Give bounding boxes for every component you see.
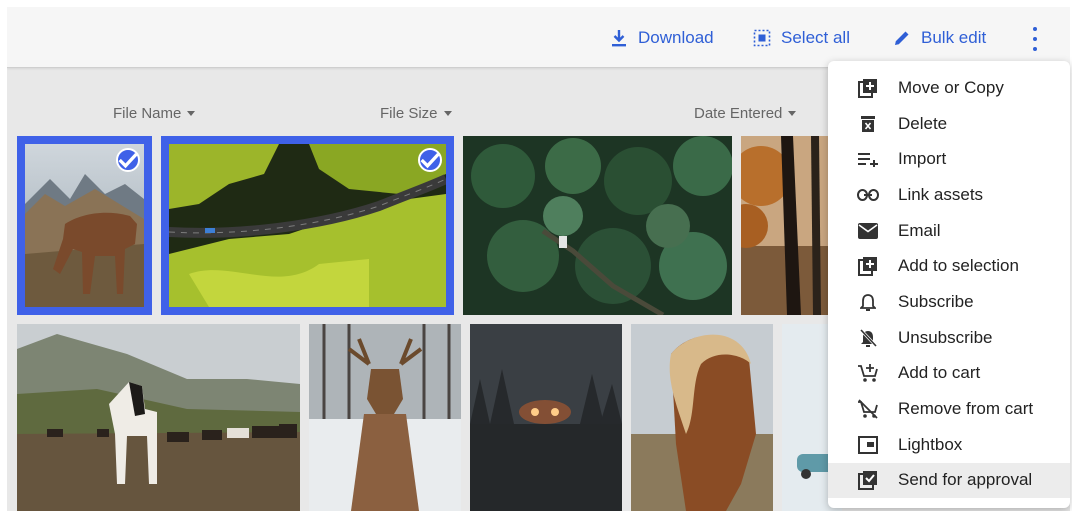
- menu-item-delete[interactable]: Delete: [828, 106, 1070, 142]
- link-icon: [856, 183, 880, 207]
- more-options-menu: Move or Copy Delete Import Link assets E…: [828, 61, 1070, 508]
- menu-item-label: Move or Copy: [898, 77, 1004, 97]
- asset-thumbnail[interactable]: [17, 136, 152, 315]
- menu-item-move-or-copy[interactable]: Move or Copy: [828, 70, 1070, 106]
- approval-check-icon: [856, 468, 880, 492]
- menu-item-unsubscribe[interactable]: Unsubscribe: [828, 320, 1070, 356]
- menu-item-add-to-cart[interactable]: Add to cart: [828, 356, 1070, 392]
- lightbox-icon: [856, 433, 880, 457]
- menu-item-subscribe[interactable]: Subscribe: [828, 284, 1070, 320]
- sort-file-size-label: File Size: [380, 105, 438, 122]
- chevron-down-icon: [788, 111, 797, 116]
- pencil-icon: [893, 29, 911, 47]
- asset-thumbnail[interactable]: [741, 136, 841, 315]
- download-icon: [610, 29, 628, 47]
- cart-remove-icon: [856, 397, 880, 421]
- asset-thumbnail[interactable]: [631, 324, 773, 511]
- sort-file-name-label: File Name: [113, 105, 182, 122]
- menu-item-label: Import: [898, 149, 947, 169]
- menu-item-remove-from-cart[interactable]: Remove from cart: [828, 391, 1070, 427]
- select-all-button[interactable]: Select all: [753, 24, 850, 52]
- cart-add-icon: [856, 361, 880, 385]
- move-copy-icon: [856, 76, 880, 100]
- menu-item-lightbox[interactable]: Lightbox: [828, 427, 1070, 463]
- bulk-edit-label: Bulk edit: [921, 28, 987, 47]
- asset-thumbnail[interactable]: [309, 324, 461, 511]
- chevron-down-icon: [187, 111, 196, 116]
- menu-item-label: Lightbox: [898, 434, 963, 454]
- top-toolbar: Download Select all Bulk edit: [7, 7, 1070, 68]
- select-all-icon: [753, 29, 771, 47]
- foggy-road-image: [470, 324, 622, 511]
- bell-icon: [856, 290, 880, 314]
- trash-icon: [856, 112, 880, 136]
- autumn-tree-image: [741, 136, 841, 315]
- asset-thumbnail[interactable]: [17, 324, 300, 511]
- asset-thumbnail[interactable]: [161, 136, 454, 315]
- blond-horse-image: [631, 324, 773, 511]
- add-box-icon: [856, 254, 880, 278]
- menu-item-label: Delete: [898, 113, 948, 133]
- menu-item-label: Email: [898, 220, 941, 240]
- download-button[interactable]: Download: [610, 24, 714, 52]
- download-label: Download: [638, 28, 714, 47]
- sort-date-entered[interactable]: Date Entered: [694, 105, 797, 122]
- menu-item-label: Unsubscribe: [898, 327, 993, 347]
- menu-item-label: Link assets: [898, 184, 984, 204]
- selected-check-icon[interactable]: [116, 148, 140, 172]
- menu-item-label: Send for approval: [898, 470, 1033, 490]
- menu-item-link-assets[interactable]: Link assets: [828, 177, 1070, 213]
- envelope-icon: [856, 219, 880, 243]
- menu-item-send-for-approval[interactable]: Send for approval: [828, 462, 1070, 499]
- horse-herd-image: [17, 324, 300, 511]
- menu-item-import[interactable]: Import: [828, 141, 1070, 177]
- more-options-icon[interactable]: [1025, 27, 1045, 51]
- select-all-label: Select all: [781, 28, 850, 47]
- moss-road-image: [169, 144, 446, 307]
- menu-item-label: Subscribe: [898, 291, 974, 311]
- import-list-icon: [856, 147, 880, 171]
- menu-item-label: Remove from cart: [898, 399, 1034, 419]
- bell-off-icon: [856, 326, 880, 350]
- bulk-edit-button[interactable]: Bulk edit: [893, 24, 986, 52]
- asset-thumbnail[interactable]: [463, 136, 732, 315]
- menu-item-label: Add to selection: [898, 256, 1019, 276]
- forest-image: [463, 136, 732, 315]
- asset-thumbnail[interactable]: [470, 324, 622, 511]
- chevron-down-icon: [443, 111, 452, 116]
- selected-check-icon[interactable]: [418, 148, 442, 172]
- sort-file-name[interactable]: File Name: [113, 105, 196, 122]
- menu-item-add-to-selection[interactable]: Add to selection: [828, 248, 1070, 284]
- sort-date-entered-label: Date Entered: [694, 105, 783, 122]
- deer-image: [309, 324, 461, 511]
- sort-file-size[interactable]: File Size: [380, 105, 452, 122]
- menu-item-email[interactable]: Email: [828, 213, 1070, 249]
- menu-item-label: Add to cart: [898, 363, 981, 383]
